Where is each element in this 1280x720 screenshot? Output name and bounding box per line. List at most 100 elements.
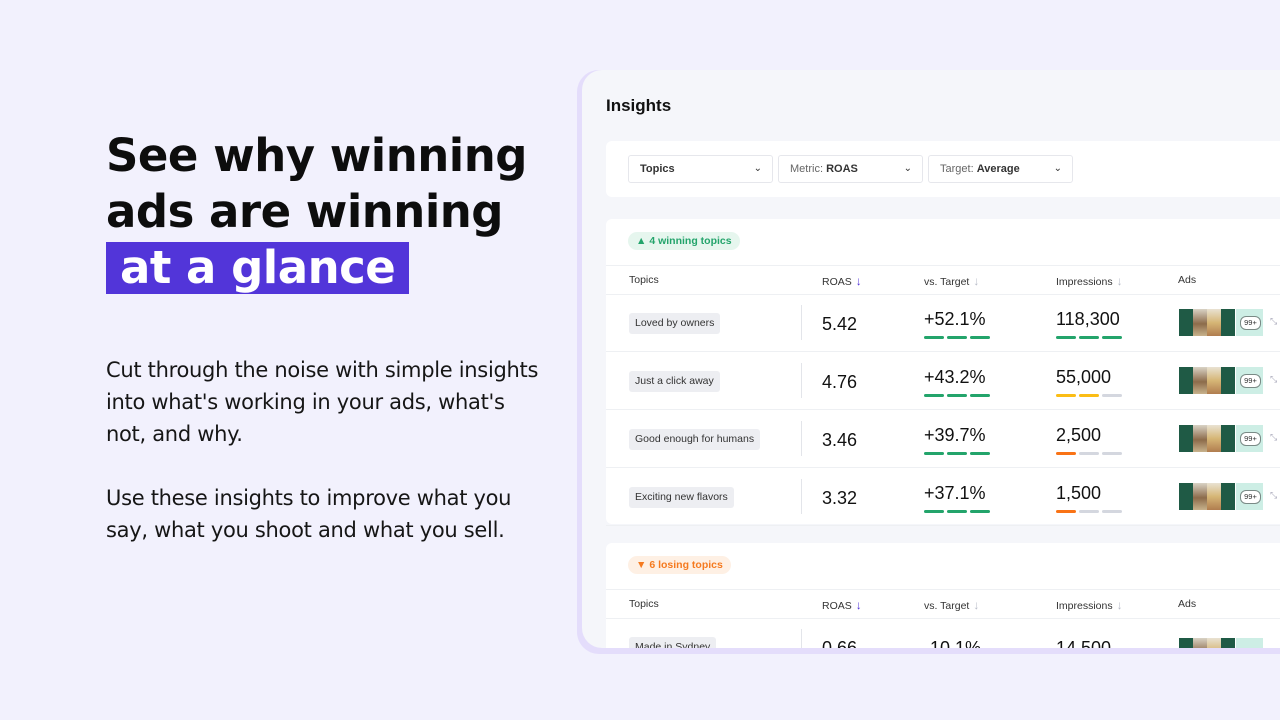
topic-chip[interactable]: Exciting new flavors (629, 487, 734, 508)
ad-thumbnail[interactable]: 99+ (1236, 309, 1263, 336)
ad-thumbnail[interactable] (1179, 367, 1193, 394)
level-bars (924, 452, 993, 455)
table-row[interactable]: Made in Sydney 0.66 -10.1% 14,500 (606, 618, 1280, 648)
col-ads: Ads (1178, 274, 1196, 286)
ad-thumbnails[interactable]: 99+ (1179, 367, 1263, 394)
col-vs-target[interactable]: vs. Target ↓ (924, 598, 979, 612)
ad-thumbnail[interactable] (1179, 309, 1193, 336)
ad-thumbnail[interactable] (1221, 425, 1235, 452)
level-bar (1056, 336, 1076, 339)
level-bar (970, 510, 990, 513)
level-bar (1056, 452, 1076, 455)
col-label: vs. Target (924, 600, 970, 612)
level-bar (1102, 452, 1122, 455)
ad-thumbnail[interactable] (1193, 309, 1207, 336)
ads-count-badge: 99+ (1240, 490, 1261, 504)
ad-thumbnail[interactable] (1207, 425, 1221, 452)
roas-value: 3.46 (822, 430, 858, 450)
level-bar (1079, 510, 1099, 513)
ad-thumbnail[interactable] (1179, 638, 1193, 648)
expand-icon[interactable]: ⤡ (1270, 316, 1277, 327)
badge-label: 4 winning topics (649, 235, 732, 247)
ad-thumbnail[interactable] (1221, 483, 1235, 510)
level-bar (947, 510, 967, 513)
chevron-down-icon: ⌄ (903, 163, 912, 174)
ad-thumbnails[interactable]: 99+ (1179, 309, 1263, 336)
losing-topics-section: ▼ 6 losing topics Topics ROAS ↓ vs. Targe… (606, 543, 1280, 648)
ad-thumbnail[interactable] (1221, 638, 1235, 648)
table-row[interactable]: Exciting new flavors 3.32 +37.1% 1,500 99+ ⤡ (606, 468, 1280, 526)
table-header: Topics ROAS ↓ vs. Target ↓ Impressions ↓ Ad… (606, 265, 1280, 295)
ad-thumbnail[interactable] (1236, 638, 1263, 648)
level-bars (1056, 510, 1125, 513)
level-bar (1102, 394, 1122, 397)
ad-thumbnail[interactable] (1193, 367, 1207, 394)
topic-chip[interactable]: Loved by owners (629, 313, 721, 334)
col-label: ROAS (822, 276, 852, 288)
impressions-value: 14,500 (1056, 638, 1112, 648)
col-topics[interactable]: Topics (629, 598, 659, 610)
ads-count-badge: 99+ (1240, 432, 1261, 446)
ad-thumbnail[interactable] (1207, 309, 1221, 336)
ad-thumbnail[interactable] (1207, 367, 1221, 394)
ad-thumbnail[interactable] (1207, 638, 1221, 648)
column-divider (801, 479, 802, 514)
losing-topics-badge[interactable]: ▼ 6 losing topics (628, 556, 731, 574)
expand-icon[interactable]: ⤡ (1270, 374, 1277, 385)
col-impressions[interactable]: Impressions ↓ (1056, 274, 1123, 288)
level-bar (1102, 510, 1122, 513)
hero-paragraph-2: Use these insights to improve what you s… (106, 486, 512, 542)
ads-count-badge: 99+ (1240, 374, 1261, 388)
topic-chip[interactable]: Good enough for humans (629, 429, 761, 450)
dropdown-label: Metric: (790, 163, 823, 175)
topic-chip[interactable]: Made in Sydney (629, 637, 717, 648)
ad-thumbnail[interactable] (1193, 638, 1207, 648)
col-vs-target[interactable]: vs. Target ↓ (924, 274, 979, 288)
ad-thumbnail[interactable] (1179, 425, 1193, 452)
ad-thumbnail[interactable] (1221, 367, 1235, 394)
metric-dropdown[interactable]: Metric: ROAS ⌄ (778, 155, 923, 183)
ad-thumbnail[interactable] (1221, 309, 1235, 336)
topics-dropdown[interactable]: Topics ⌄ (628, 155, 773, 183)
vs-target-value: +52.1% (924, 309, 986, 329)
level-bars (924, 510, 993, 513)
col-label: Ads (1178, 274, 1197, 286)
col-label: Ads (1178, 598, 1197, 610)
col-impressions[interactable]: Impressions ↓ (1056, 598, 1123, 612)
col-label: Impressions (1056, 600, 1113, 612)
expand-icon[interactable]: ⤡ (1270, 432, 1277, 443)
expand-icon[interactable]: ⤡ (1270, 490, 1277, 501)
level-bar (924, 336, 944, 339)
ad-thumbnail[interactable] (1207, 483, 1221, 510)
sort-arrow-icon: ↓ (855, 598, 862, 612)
ad-thumbnail[interactable]: 99+ (1236, 367, 1263, 394)
ad-thumbnail[interactable] (1193, 483, 1207, 510)
sort-arrow-icon: ↓ (973, 274, 980, 288)
col-roas[interactable]: ROAS ↓ (822, 274, 862, 288)
target-dropdown[interactable]: Target: Average ⌄ (928, 155, 1073, 183)
table-row[interactable]: Loved by owners 5.42 +52.1% 118,300 99+ ⤡ (606, 294, 1280, 352)
level-bars (924, 394, 993, 397)
col-roas[interactable]: ROAS ↓ (822, 598, 862, 612)
ad-thumbnail[interactable] (1179, 483, 1193, 510)
level-bar (1056, 394, 1076, 397)
chevron-down-icon: ⌄ (753, 163, 762, 174)
ad-thumbnails[interactable]: 99+ (1179, 425, 1263, 452)
col-topics[interactable]: Topics (629, 274, 659, 286)
level-bar (924, 510, 944, 513)
headline-line1: See why winning (106, 129, 527, 182)
ad-thumbnail[interactable]: 99+ (1236, 483, 1263, 510)
vs-target-value: +43.2% (924, 367, 986, 387)
column-divider (801, 629, 802, 648)
ad-thumbnails[interactable]: 99+ (1179, 483, 1263, 510)
ad-thumbnails[interactable] (1179, 638, 1263, 648)
winning-topics-badge[interactable]: ▲ 4 winning topics (628, 232, 740, 250)
ad-thumbnail[interactable]: 99+ (1236, 425, 1263, 452)
ad-thumbnail[interactable] (1193, 425, 1207, 452)
topic-chip[interactable]: Just a click away (629, 371, 720, 392)
dropdown-value: Average (976, 163, 1020, 175)
table-row[interactable]: Good enough for humans 3.46 +39.7% 2,500 99+… (606, 410, 1280, 468)
table-row[interactable]: Just a click away 4.76 +43.2% 55,000 99+ ⤡ (606, 352, 1280, 410)
level-bar (1079, 336, 1099, 339)
sort-arrow-icon: ↓ (855, 274, 862, 288)
